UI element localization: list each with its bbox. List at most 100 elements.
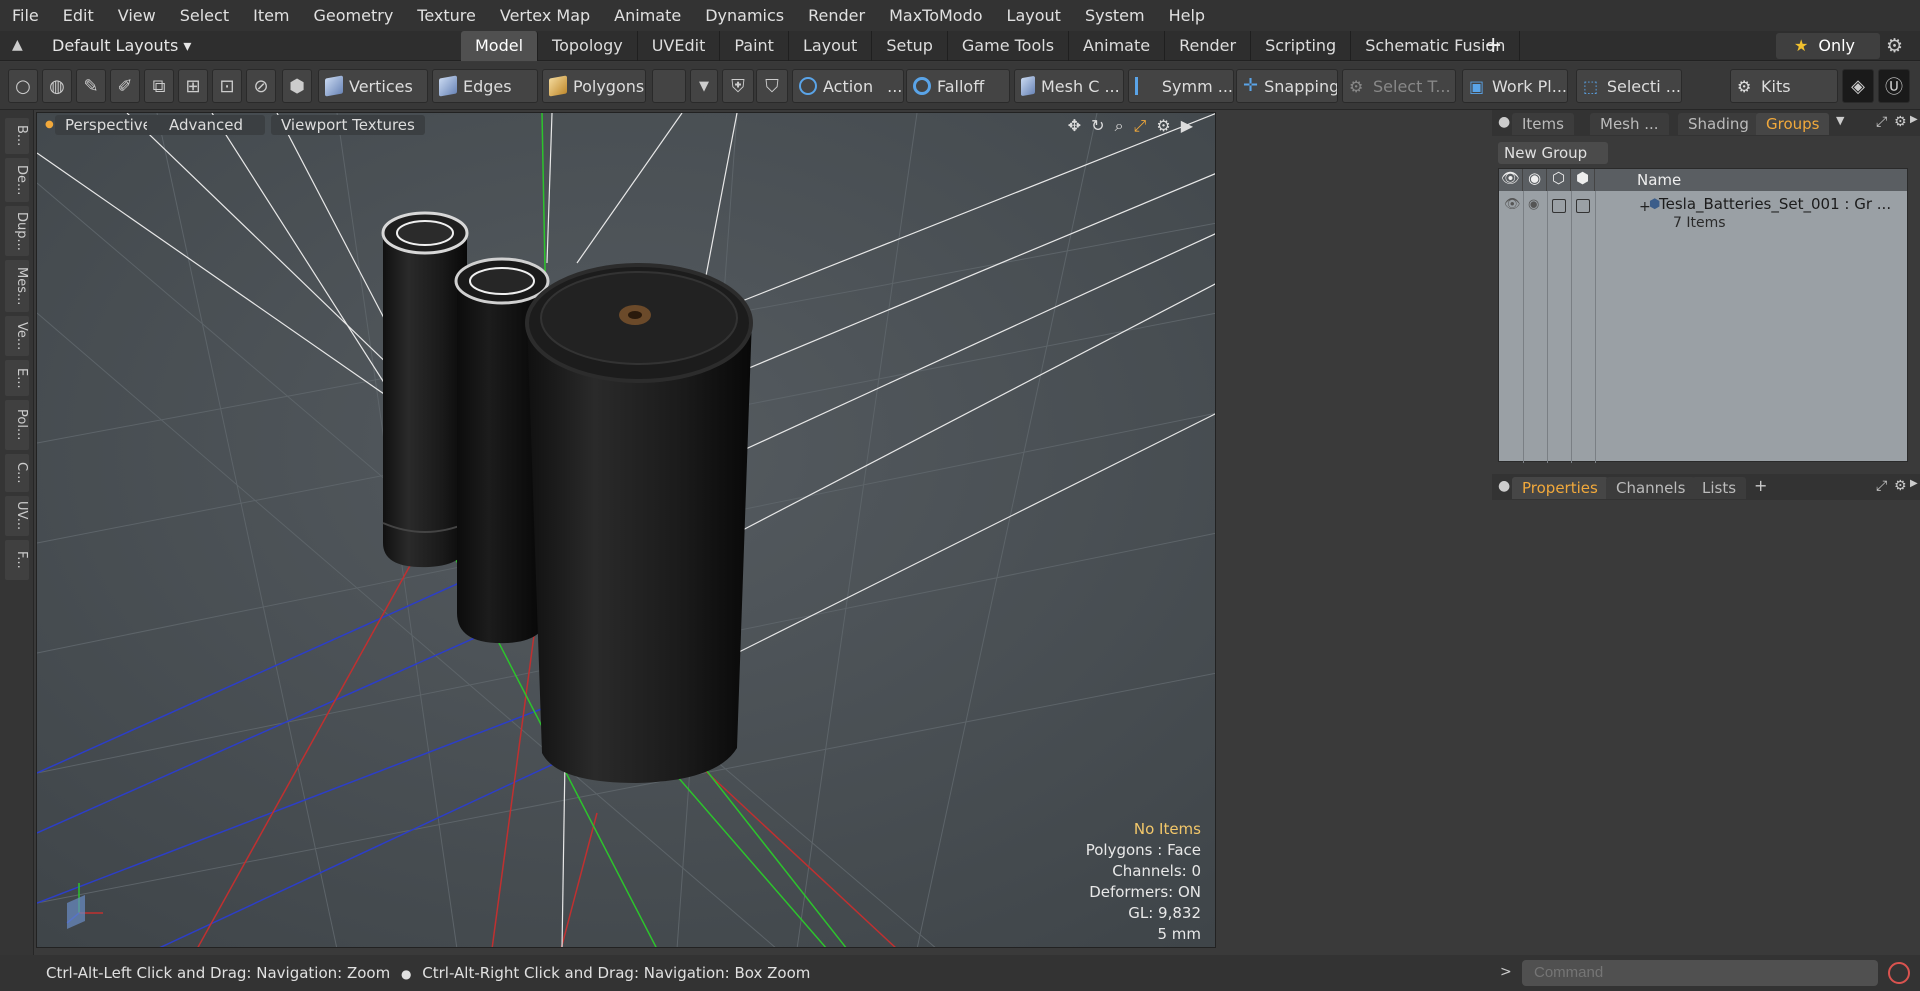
- tab-scripting[interactable]: Scripting: [1251, 31, 1352, 61]
- shield-alt-icon[interactable]: ⛉: [756, 69, 788, 103]
- symmetry-button[interactable]: Symm ...: [1128, 69, 1234, 103]
- work-plane-button[interactable]: ▣ Work Pl...: [1462, 69, 1568, 103]
- polygons-button[interactable]: Polygons: [542, 69, 646, 103]
- menu-edit[interactable]: Edit: [51, 6, 106, 25]
- shield-cube-icon[interactable]: ⛨: [722, 69, 754, 103]
- menu-system[interactable]: System: [1073, 6, 1157, 25]
- visibility-eye-icon[interactable]: 👁: [1499, 169, 1523, 191]
- tab-game-tools[interactable]: Game Tools: [948, 31, 1070, 61]
- pen-icon[interactable]: ✎: [76, 69, 106, 103]
- loop-icon[interactable]: ⧉: [144, 69, 174, 103]
- menu-geometry[interactable]: Geometry: [302, 6, 406, 25]
- tab-channels[interactable]: Channels: [1606, 477, 1696, 499]
- menu-dynamics[interactable]: Dynamics: [693, 6, 796, 25]
- add-tab-icon[interactable]: +: [1754, 476, 1767, 495]
- tab-duplicate[interactable]: Dup...: [5, 206, 29, 256]
- grid-icon[interactable]: ⊞: [178, 69, 208, 103]
- tab-polygon[interactable]: Pol...: [5, 400, 29, 450]
- command-expand-icon[interactable]: >: [1500, 964, 1512, 980]
- tab-edge[interactable]: E...: [5, 360, 29, 396]
- tab-lists[interactable]: Lists: [1692, 477, 1747, 499]
- menu-texture[interactable]: Texture: [405, 6, 488, 25]
- battery-large[interactable]: [525, 263, 753, 783]
- menu-help[interactable]: Help: [1157, 6, 1217, 25]
- row-lock-checkbox[interactable]: [1552, 199, 1566, 213]
- tab-curve[interactable]: C...: [5, 454, 29, 492]
- snapping-button[interactable]: ✛ Snapping: [1236, 69, 1338, 103]
- menu-render[interactable]: Render: [796, 6, 877, 25]
- edges-button[interactable]: Edges: [432, 69, 538, 103]
- viewport-textures-button[interactable]: Viewport Textures: [271, 115, 425, 135]
- menu-layout[interactable]: Layout: [995, 6, 1073, 25]
- menu-file[interactable]: File: [0, 6, 51, 25]
- menu-item[interactable]: Item: [241, 6, 301, 25]
- mesh-constraint-button[interactable]: Mesh C ...: [1014, 69, 1124, 103]
- shield-icon[interactable]: ⬢: [282, 69, 312, 103]
- viewport-gear-icon[interactable]: ⚙: [1156, 116, 1170, 136]
- slash-circle-icon[interactable]: ⊘: [246, 69, 276, 103]
- maximize-view-icon[interactable]: ⤢: [1134, 116, 1147, 136]
- viewport-play-icon[interactable]: ▶: [1181, 116, 1193, 136]
- kits-button[interactable]: ⚙ Kits: [1730, 69, 1838, 103]
- tab-render[interactable]: Render: [1165, 31, 1252, 61]
- select-through-button[interactable]: ⚙ Select T...: [1342, 69, 1456, 103]
- unity-icon[interactable]: ◈: [1842, 69, 1874, 103]
- panel-popout-icon[interactable]: ⤢: [1876, 478, 1887, 494]
- tabs-dropdown-icon[interactable]: ▼: [1836, 114, 1844, 127]
- tab-deform[interactable]: De...: [5, 158, 29, 202]
- tab-groups[interactable]: Groups: [1756, 113, 1830, 135]
- tab-animate[interactable]: Animate: [1069, 31, 1166, 61]
- move-view-icon[interactable]: ✥: [1068, 116, 1081, 136]
- only-button[interactable]: ★ Only: [1776, 33, 1880, 59]
- brush-icon[interactable]: ✐: [110, 69, 140, 103]
- default-layouts-dropdown[interactable]: Default Layouts ▾: [52, 36, 191, 55]
- tab-setup[interactable]: Setup: [872, 31, 948, 61]
- globe-icon[interactable]: ◍: [42, 69, 72, 103]
- rotate-view-icon[interactable]: ↻: [1091, 116, 1104, 136]
- tab-uv[interactable]: UV...: [5, 496, 29, 536]
- mode-dropdown-chevron-icon[interactable]: ▼: [690, 69, 718, 103]
- tab-items[interactable]: Items: [1512, 113, 1574, 135]
- lock-cube-icon[interactable]: ⬡: [1547, 169, 1571, 191]
- item-mode-cube-icon[interactable]: [652, 69, 686, 103]
- gear-icon[interactable]: ⚙: [1886, 35, 1903, 57]
- menu-vertex-map[interactable]: Vertex Map: [488, 6, 602, 25]
- falloff-button[interactable]: Falloff: [906, 69, 1010, 103]
- tab-shading[interactable]: Shading: [1678, 113, 1759, 135]
- selection-sets-button[interactable]: ⬚ Selecti ...: [1576, 69, 1682, 103]
- row-eye-icon[interactable]: 👁: [1504, 197, 1521, 212]
- tab-paint[interactable]: Paint: [720, 31, 789, 61]
- advanced-button[interactable]: Advanced: [147, 115, 265, 135]
- action-button[interactable]: Action ...: [792, 69, 904, 103]
- select-cube-icon[interactable]: ⬢: [1571, 169, 1595, 191]
- tab-fusion[interactable]: F...: [5, 540, 29, 580]
- tab-uvedit[interactable]: UVEdit: [638, 31, 721, 61]
- tab-layout[interactable]: Layout: [789, 31, 873, 61]
- circle-select-icon[interactable]: ○: [8, 69, 38, 103]
- panel-gear-icon[interactable]: ⚙: [1894, 114, 1907, 130]
- row-render-icon[interactable]: ◉: [1528, 197, 1539, 212]
- tab-properties[interactable]: Properties: [1512, 477, 1608, 499]
- add-tab-icon[interactable]: +: [1484, 33, 1502, 58]
- 3d-viewport[interactable]: ● Perspective Advanced Viewport Textures…: [36, 112, 1216, 948]
- menu-view[interactable]: View: [106, 6, 168, 25]
- panel-gear-icon[interactable]: ⚙: [1894, 478, 1907, 494]
- collapse-up-icon[interactable]: ▲: [12, 37, 28, 53]
- tab-mesh[interactable]: Mesh ...: [1590, 113, 1669, 135]
- render-icon[interactable]: ◉: [1523, 169, 1547, 191]
- tab-vertex[interactable]: Ve...: [5, 316, 29, 356]
- menu-maxtomodo[interactable]: MaxToModo: [877, 6, 994, 25]
- zoom-view-icon[interactable]: ⌕: [1115, 116, 1124, 136]
- battery-small-left[interactable]: [381, 211, 469, 568]
- unreal-icon[interactable]: Ⓤ: [1878, 69, 1910, 103]
- menu-animate[interactable]: Animate: [602, 6, 693, 25]
- tab-mesh-edit[interactable]: Mes...: [5, 260, 29, 312]
- command-input[interactable]: [1522, 960, 1878, 986]
- vertices-button[interactable]: Vertices: [318, 69, 428, 103]
- panel-popout-icon[interactable]: ⤢: [1876, 114, 1887, 130]
- panel-arrow-icon[interactable]: ▶: [1910, 478, 1918, 489]
- frame-icon[interactable]: ⊡: [212, 69, 242, 103]
- record-macro-icon[interactable]: [1888, 962, 1910, 984]
- tab-basic[interactable]: B...: [5, 118, 29, 154]
- new-group-button[interactable]: New Group: [1498, 142, 1608, 164]
